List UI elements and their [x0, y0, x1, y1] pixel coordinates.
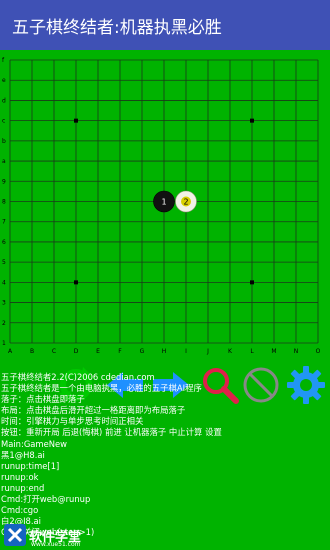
column-label: F [118, 348, 122, 355]
column-label: J [206, 348, 209, 355]
row-label: 1 [2, 340, 6, 347]
log-line: 按钮：重新开局 后退(悔棋) 前进 让机器落子 中止计算 设置 [1, 427, 222, 438]
star-point [74, 118, 78, 123]
column-label: I [185, 348, 187, 355]
row-label: 5 [2, 259, 6, 266]
watermark-logo-icon [4, 524, 26, 546]
white-stone: 2 [175, 190, 197, 213]
star-point [250, 118, 254, 123]
log-line: 布局：点击棋盘后滑开超过一格距离即为布局落子 [1, 405, 186, 416]
row-label: a [2, 158, 6, 165]
board-grid[interactable]: A B C D E F G H I J K L M N O 1 2 3 4 5 6 7 8 9 a b c d e f 1 2 [0, 50, 330, 360]
column-label: E [96, 348, 100, 355]
row-label: 6 [2, 239, 6, 246]
stone-number: 2 [183, 198, 188, 207]
column-label: G [140, 348, 145, 355]
log-line: 五子棋终结者2.2(C)2006 cdedian.com [1, 372, 155, 382]
row-label: 8 [2, 199, 6, 206]
column-label: K [228, 348, 233, 355]
column-label: A [8, 348, 13, 355]
row-label: c [2, 118, 5, 125]
row-label: d [2, 97, 6, 104]
log-line: runup:time[1] [1, 460, 60, 471]
star-point [74, 280, 78, 285]
watermark-subtext: www.xue51.com [31, 541, 81, 548]
row-label: b [2, 138, 6, 145]
column-label: C [52, 348, 56, 355]
log-line: Cmd:打开web@runup [1, 494, 91, 505]
log-line: Main:GameNew [1, 438, 68, 449]
row-label: 7 [2, 219, 6, 226]
star-point [250, 280, 254, 285]
log-line: 黑1@H8.ai [1, 449, 45, 460]
column-label: M [271, 348, 276, 355]
log-line: 时间：引擎棋力与单步思考时间正相关 [1, 416, 144, 427]
log-line: Cmd:cgo [1, 505, 39, 516]
row-label: 2 [2, 320, 6, 327]
log-line: runup:ok [1, 471, 39, 482]
row-label: f [2, 57, 5, 64]
gomoku-board[interactable]: A B C D E F G H I J K L M N O 1 2 3 4 5 6 7 8 9 a b c d e f 1 2 [0, 50, 330, 360]
column-label: O [316, 348, 321, 355]
row-label: 3 [2, 300, 6, 307]
column-label: L [250, 348, 254, 355]
app-title-bar: 五子棋终结者:机器执黑必胜 [0, 0, 330, 50]
watermark: 软件学堂 www.xue51.com [4, 522, 81, 548]
column-label: H [162, 348, 167, 355]
stone-number: 1 [161, 198, 166, 207]
app-title: 五子棋终结者:机器执黑必胜 [12, 17, 222, 38]
row-label: e [2, 77, 6, 84]
column-label: B [30, 348, 34, 355]
row-label: 9 [2, 178, 6, 185]
log-line: 落子：点击棋盘即落子 [1, 394, 85, 405]
column-label: D [74, 348, 79, 355]
row-label: 4 [2, 279, 6, 286]
black-stone: 1 [153, 190, 175, 213]
column-label: N [294, 348, 299, 355]
log-line: 五子棋终结者是一个由电脑执黑，必胜的五子棋AI程序 [1, 383, 202, 394]
log-line: runup:end [1, 482, 45, 493]
